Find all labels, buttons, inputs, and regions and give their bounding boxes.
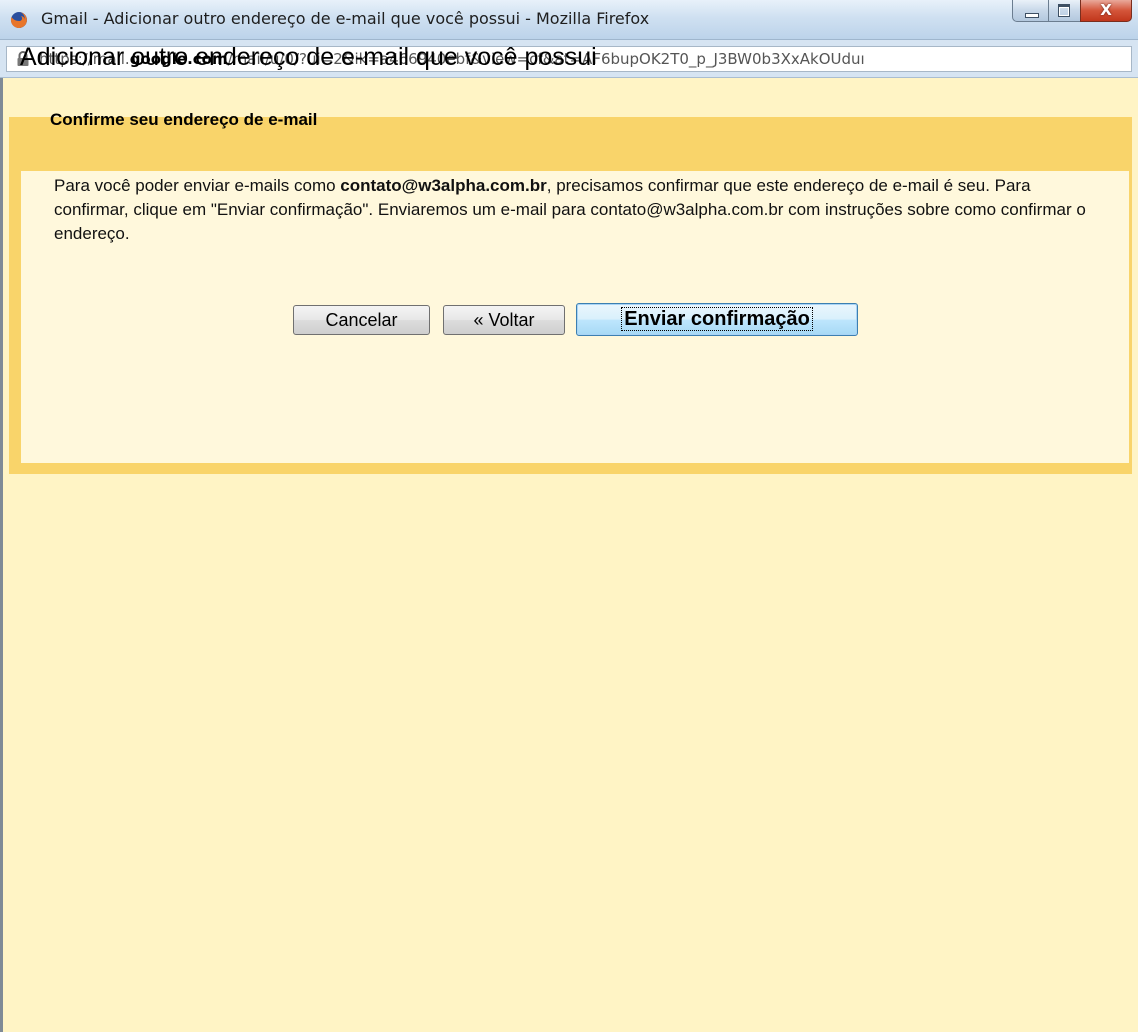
window-titlebar: Gmail - Adicionar outro endereço de e-ma… [0, 0, 1138, 40]
back-button[interactable]: « Voltar [443, 305, 565, 335]
maximize-button[interactable] [1048, 0, 1080, 22]
dialog-title: Adicionar outro endereço de e-mail que v… [20, 43, 597, 71]
send-confirmation-label: Enviar confirmação [621, 307, 813, 331]
back-button-label: « Voltar [473, 310, 535, 330]
message-part-1: Para você poder enviar e-mails como [54, 176, 341, 195]
cancel-button[interactable]: Cancelar [293, 305, 430, 335]
minimize-icon [1025, 13, 1039, 18]
send-confirmation-button[interactable]: Enviar confirmação [576, 303, 858, 336]
section-title: Confirme seu endereço de e-mail [50, 110, 318, 129]
minimize-button[interactable] [1012, 0, 1048, 22]
firefox-icon [10, 12, 27, 28]
section-divider [38, 147, 1114, 150]
maximize-icon [1058, 4, 1070, 17]
window-title: Gmail - Adicionar outro endereço de e-ma… [41, 9, 650, 28]
cancel-button-label: Cancelar [325, 310, 398, 330]
window-controls: X [1012, 0, 1132, 22]
close-icon: X [1100, 1, 1112, 19]
close-button[interactable]: X [1080, 0, 1132, 22]
confirmation-message: Para você poder enviar e-mails como cont… [54, 174, 1104, 246]
message-email: contato@w3alpha.com.br [340, 176, 547, 195]
